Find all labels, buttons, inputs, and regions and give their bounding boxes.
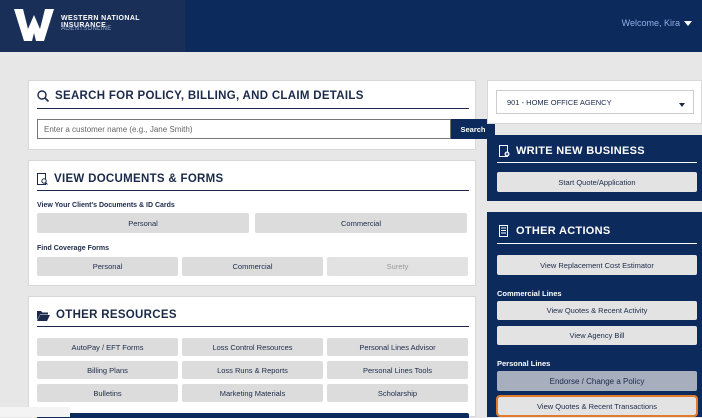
bulletins-button[interactable]: Bulletins [37, 384, 178, 402]
new-business-panel: WRITE NEW BUSINESS Start Quote/Applicati… [487, 135, 702, 201]
personal-lines-advisor-button[interactable]: Personal Lines Advisor [327, 338, 468, 356]
top-bar: Western National Insurance AGENTSONLINE … [0, 0, 702, 52]
document-plus-icon [499, 145, 510, 157]
billing-plans-button[interactable]: Billing Plans [37, 361, 178, 379]
commercial-lines-label: Commercial Lines [497, 289, 562, 298]
document-search-icon [37, 173, 48, 185]
customer-search-input[interactable]: Enter a customer name (e.g., Jane Smith) [37, 119, 451, 139]
new-business-heading: WRITE NEW BUSINESS [499, 145, 645, 157]
other-actions-heading: OTHER ACTIONS [499, 225, 611, 237]
divider [37, 108, 469, 109]
divider [497, 162, 697, 163]
coverage-forms-label: Find Coverage Forms [37, 245, 109, 252]
documents-heading: VIEW DOCUMENTS & FORMS [37, 173, 224, 185]
loss-control-resources-button[interactable]: Loss Control Resources [182, 338, 323, 356]
agency-select-value: 901 - HOME OFFICE AGENCY [507, 97, 612, 107]
resources-heading: OTHER RESOURCES [37, 309, 177, 321]
resources-footer-bar [37, 413, 469, 418]
browser-status-bar [0, 407, 70, 417]
endorse-change-policy-button[interactable]: Endorse / Change a Policy [497, 371, 697, 391]
scholarship-button[interactable]: Scholarship [327, 384, 468, 402]
divider [37, 190, 469, 191]
personal-quotes-transactions-button[interactable]: View Quotes & Recent Transactions [496, 395, 698, 417]
divider [497, 243, 697, 244]
coverage-surety-button[interactable]: Surety [327, 257, 468, 276]
other-actions-heading-text: OTHER ACTIONS [516, 225, 611, 237]
marketing-materials-button[interactable]: Marketing Materials [182, 384, 323, 402]
agency-select[interactable]: 901 - HOME OFFICE AGENCY [496, 90, 694, 114]
other-actions-panel: OTHER ACTIONS View Replacement Cost Esti… [487, 212, 702, 417]
document-icon [499, 225, 508, 237]
resources-panel: OTHER RESOURCES AutoPay / EFT Forms Loss… [28, 296, 476, 418]
caret-down-icon [684, 20, 692, 26]
coverage-personal-button[interactable]: Personal [37, 257, 178, 276]
client-documents-label: View Your Client's Documents & ID Cards [37, 202, 175, 209]
view-agency-bill-button[interactable]: View Agency Bill [497, 326, 697, 345]
w-logo-icon [14, 9, 54, 41]
replacement-cost-estimator-button[interactable]: View Replacement Cost Estimator [497, 255, 697, 275]
chevron-down-icon [679, 103, 685, 107]
agency-panel: 901 - HOME OFFICE AGENCY [487, 80, 702, 124]
logo[interactable]: Western National Insurance AGENTSONLINE [0, 0, 185, 52]
search-panel: SEARCH FOR POLICY, BILLING, AND CLAIM DE… [28, 80, 495, 150]
documents-heading-text: VIEW DOCUMENTS & FORMS [54, 173, 224, 185]
search-heading-text: SEARCH FOR POLICY, BILLING, AND CLAIM DE… [55, 90, 364, 102]
loss-runs-reports-button[interactable]: Loss Runs & Reports [182, 361, 323, 379]
coverage-commercial-button[interactable]: Commercial [182, 257, 323, 276]
new-business-heading-text: WRITE NEW BUSINESS [516, 145, 645, 157]
welcome-text: Welcome, Kira [621, 18, 680, 28]
documents-panel: VIEW DOCUMENTS & FORMS View Your Client'… [28, 160, 476, 286]
brand-subtitle: AGENTSONLINE [61, 26, 112, 32]
autopay-eft-forms-button[interactable]: AutoPay / EFT Forms [37, 338, 178, 356]
divider [37, 326, 469, 327]
start-quote-button[interactable]: Start Quote/Application [497, 172, 697, 192]
folder-open-icon [37, 310, 50, 321]
commercial-quotes-activity-button[interactable]: View Quotes & Recent Activity [497, 301, 697, 320]
resources-heading-text: OTHER RESOURCES [56, 309, 177, 321]
user-menu[interactable]: Welcome, Kira [622, 18, 692, 28]
client-personal-button[interactable]: Personal [37, 213, 249, 233]
search-heading: SEARCH FOR POLICY, BILLING, AND CLAIM DE… [37, 90, 364, 102]
search-icon [37, 90, 49, 102]
client-commercial-button[interactable]: Commercial [255, 213, 467, 233]
personal-lines-tools-button[interactable]: Personal Lines Tools [327, 361, 468, 379]
personal-lines-label: Personal Lines [497, 359, 551, 368]
